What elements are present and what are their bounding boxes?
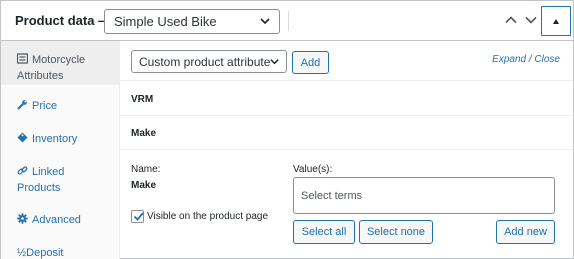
product-type-value: Simple Used Bike — [114, 14, 217, 29]
wrench-icon — [17, 100, 27, 110]
name-label: Name: — [131, 164, 161, 175]
tab-label: ½Deposit — [17, 247, 64, 259]
tab-linked-products[interactable]: Linked Products — [1, 164, 101, 196]
separator-slash: / — [528, 54, 532, 65]
terms-placeholder: Select terms — [301, 189, 363, 202]
tag-icon — [17, 132, 28, 143]
visible-checkbox[interactable] — [131, 210, 144, 223]
attribute-row-make[interactable]: Make — [120, 116, 573, 150]
tab-price[interactable]: Price — [1, 98, 120, 114]
product-data-header: Product data — Simple Used Bike — [1, 1, 573, 41]
tab-label: Inventory — [32, 133, 78, 145]
attribute-row-vrm[interactable]: VRM — [120, 82, 573, 116]
product-data-title: Product data — — [15, 13, 112, 28]
chevron-down-icon — [270, 59, 279, 65]
attribute-name: VRM — [131, 94, 154, 105]
product-data-tabs: Motorcycle Attributes Price Inventory Li… — [1, 41, 120, 259]
add-attribute-button[interactable]: Add — [292, 51, 329, 74]
tab-inventory[interactable]: Inventory — [1, 131, 120, 147]
tab-advanced[interactable]: Advanced — [1, 212, 120, 228]
terms-select[interactable]: Select terms — [293, 177, 555, 214]
select-none-label: Select none — [366, 226, 426, 238]
attribute-name: Make — [131, 128, 157, 139]
values-label: Value(s): — [293, 164, 333, 175]
chevron-down-icon — [525, 16, 537, 24]
visible-label: Visible on the product page — [147, 211, 269, 222]
select-all-button[interactable]: Select all — [293, 220, 355, 244]
tab-motorcycle-attributes[interactable]: Motorcycle Attributes — [1, 41, 120, 85]
link-icon — [17, 166, 28, 175]
name-value: Make — [131, 180, 157, 191]
attribute-detail: Name: Make Visible on the product page V… — [120, 151, 573, 259]
attributes-panel: Custom product attribute Add Expand / Cl… — [120, 41, 573, 259]
list-icon — [17, 53, 28, 64]
chevron-down-icon — [260, 18, 270, 25]
attribute-select-value: Custom product attribute — [139, 54, 271, 69]
expand-close-links: Expand / Close — [492, 54, 560, 65]
header-divider — [288, 11, 289, 31]
move-up-button[interactable] — [501, 10, 521, 30]
product-type-select[interactable]: Simple Used Bike — [104, 9, 280, 34]
product-data-panel: Product data — Simple Used Bike Motorcyc… — [0, 0, 574, 259]
tab-label: Advanced — [32, 214, 81, 226]
tab-label: Price — [32, 100, 58, 112]
panel-toggle-button[interactable] — [541, 6, 571, 36]
attributes-toolbar: Custom product attribute Add Expand / Cl… — [120, 41, 573, 81]
expand-link[interactable]: Expand — [492, 54, 526, 65]
attribute-taxonomy-select[interactable]: Custom product attribute — [131, 50, 287, 73]
move-down-button[interactable] — [521, 10, 541, 30]
tab-deposit[interactable]: ½Deposit — [1, 245, 120, 259]
chevron-up-icon — [505, 16, 517, 24]
add-attribute-label: Add — [300, 56, 321, 69]
select-all-label: Select all — [301, 226, 347, 238]
select-none-button[interactable]: Select none — [359, 220, 433, 244]
caret-up-icon — [553, 18, 559, 24]
checkmark-icon — [133, 212, 144, 221]
close-link[interactable]: Close — [534, 54, 560, 65]
add-new-label: Add new — [504, 226, 547, 238]
gear-icon — [17, 213, 28, 224]
add-new-button[interactable]: Add new — [496, 220, 555, 244]
